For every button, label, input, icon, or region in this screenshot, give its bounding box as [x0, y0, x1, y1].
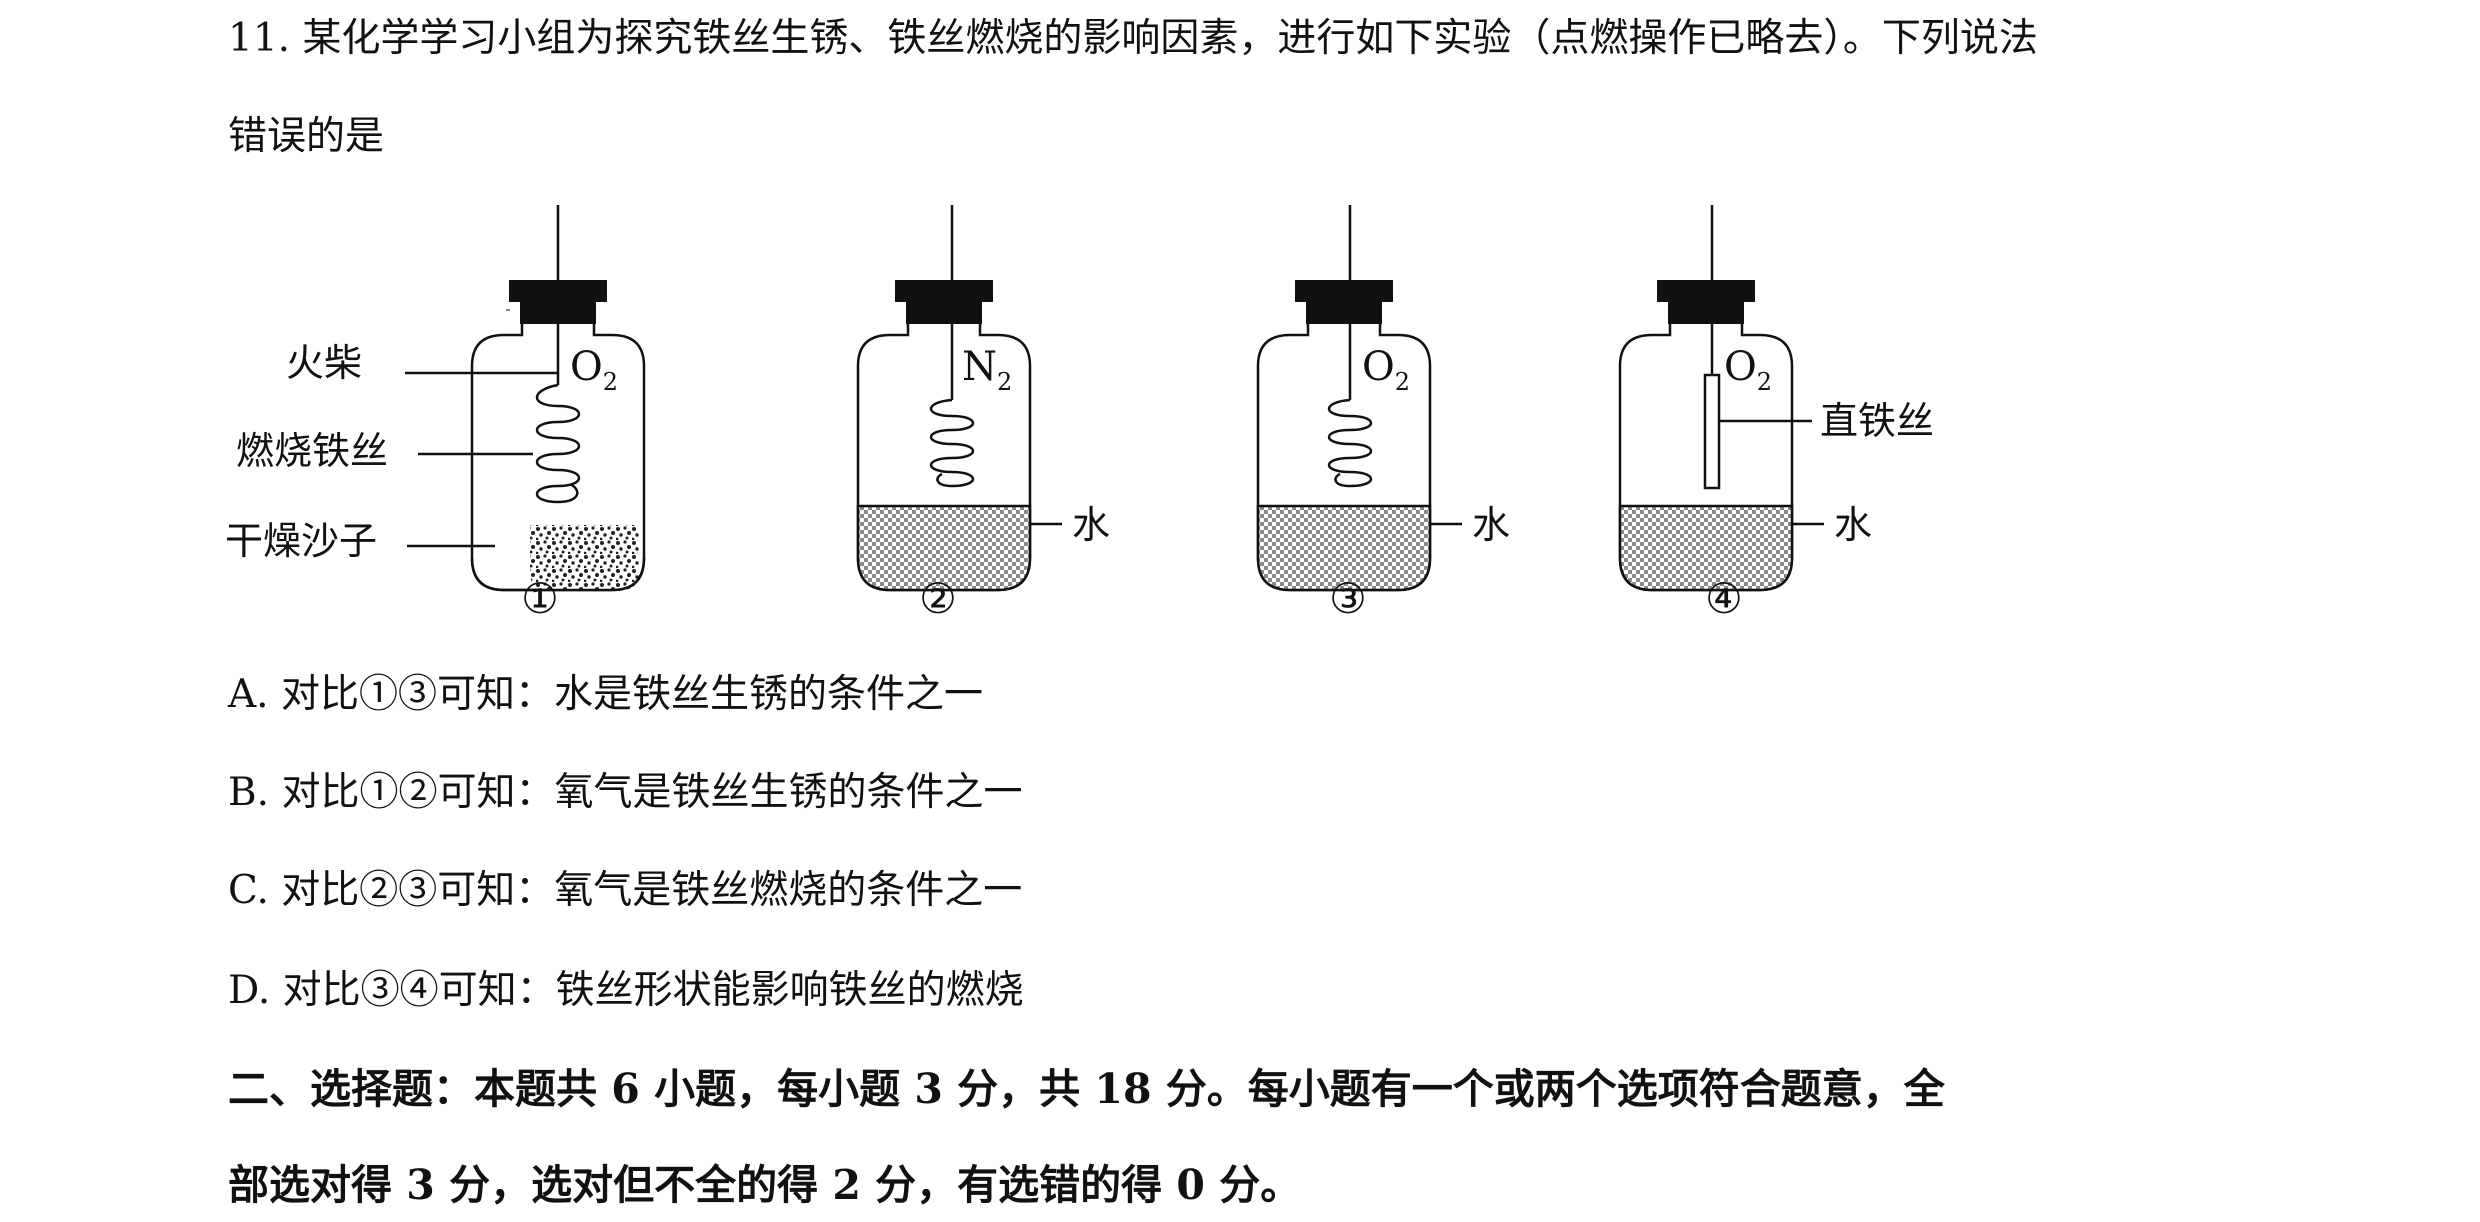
jar-number-4: ④ — [1705, 574, 1743, 623]
label-straight-wire: 直铁丝 — [1820, 399, 1934, 443]
option-c: C. 对比②③可知：氧气是铁丝燃烧的条件之一 — [228, 868, 1023, 913]
stopper-cap — [895, 280, 993, 302]
jar-number-2: ② — [919, 574, 957, 623]
experiment-figure: O2 ① 火柴 燃烧铁丝 干燥沙子 N2 水 ② O2 水 ③ O2 直铁丝 水… — [225, 205, 1934, 623]
jar-4: O2 直铁丝 水 ④ — [1618, 205, 1934, 623]
question-stem-line1: 11. 某化学学习小组为探究铁丝生锈、铁丝燃烧的影响因素，进行如下实验（点燃操作… — [228, 16, 2038, 61]
stopper-plug — [1668, 302, 1744, 324]
jar-number-1: ① — [521, 574, 559, 623]
jar-number-3: ③ — [1329, 574, 1367, 623]
stopper-cap — [1657, 280, 1755, 302]
label-dry-sand: 干燥沙子 — [225, 519, 377, 563]
iron-coil — [930, 398, 974, 488]
iron-coil — [1328, 398, 1372, 488]
gas-label: O2 — [570, 344, 618, 396]
iron-coil — [536, 383, 580, 504]
question-stem-line2: 错误的是 — [228, 114, 385, 159]
option-b: B. 对比①②可知：氧气是铁丝生锈的条件之一 — [228, 770, 1023, 815]
jar-2: N2 水 ② — [856, 205, 1110, 623]
straight-iron-wire — [1703, 373, 1721, 490]
label-burning-wire: 燃烧铁丝 — [236, 429, 388, 473]
jar-1: O2 ① — [405, 205, 646, 623]
label-water-3: 水 — [1472, 503, 1510, 547]
stopper-plug — [1306, 302, 1382, 324]
gas-label: N2 — [962, 344, 1012, 396]
section-heading-line1: 二、选择题：本题共 6 小题，每小题 3 分，共 18 分。每小题有一个或两个选… — [228, 1065, 1945, 1113]
option-a: A. 对比①③可知：水是铁丝生锈的条件之一 — [228, 672, 983, 717]
gas-label: O2 — [1724, 344, 1772, 396]
stopper-plug — [906, 302, 982, 324]
gas-label: O2 — [1362, 344, 1410, 396]
section-heading-line2: 部选对得 3 分，选对但不全的得 2 分，有选错的得 0 分。 — [228, 1161, 1302, 1209]
option-d: D. 对比③④可知：铁丝形状能影响铁丝的燃烧 — [228, 968, 1024, 1013]
label-match: 火柴 — [286, 341, 362, 385]
label-water-2: 水 — [1072, 503, 1110, 547]
jar-3: O2 水 ③ — [1256, 205, 1510, 623]
stopper-cap — [1295, 280, 1393, 302]
label-water-4: 水 — [1834, 503, 1872, 547]
